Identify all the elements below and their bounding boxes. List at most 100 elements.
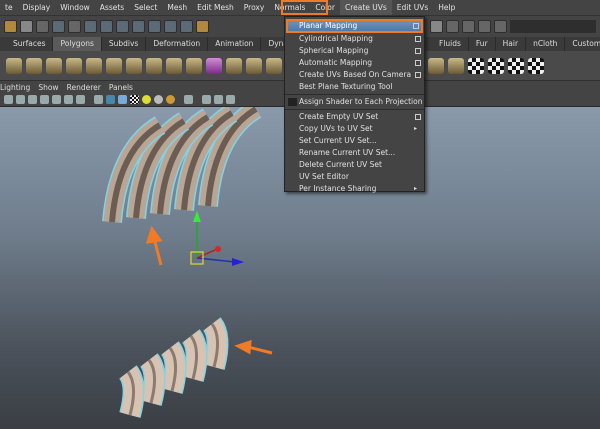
poly-cone-icon[interactable]	[6, 57, 22, 74]
grid-icon[interactable]	[40, 95, 49, 104]
resolution-gate-icon[interactable]	[64, 95, 73, 104]
command-input[interactable]	[510, 19, 596, 33]
poly-insert-edge-icon[interactable]	[448, 57, 464, 74]
menu-normals[interactable]: Normals	[269, 0, 310, 15]
menu-proxy[interactable]: Proxy	[239, 0, 270, 15]
option-box-icon[interactable]	[415, 114, 421, 120]
snap-surface-icon[interactable]	[148, 19, 161, 33]
snap-plane-icon[interactable]	[132, 19, 145, 33]
ipr-render-icon[interactable]	[462, 19, 475, 33]
poly-append-icon[interactable]	[266, 57, 282, 74]
option-box-icon[interactable]	[415, 36, 421, 42]
menu-item-uv-set-editor[interactable]: UV Set Editor	[285, 171, 424, 183]
tab-polygons[interactable]: Polygons	[53, 37, 102, 51]
menu-item-set-current-uv-set[interactable]: Set Current UV Set...	[285, 135, 424, 147]
history-icon[interactable]	[164, 19, 177, 33]
menu-window[interactable]: Window	[55, 0, 95, 15]
shadows-icon[interactable]	[154, 95, 163, 104]
option-box-icon[interactable]	[413, 23, 419, 29]
smooth-shade-icon[interactable]	[106, 95, 115, 104]
menu-item-cylindrical-mapping[interactable]: Cylindrical Mapping	[285, 33, 424, 45]
menu-item-create-empty-uv-set[interactable]: Create Empty UV Set	[285, 111, 424, 123]
menu-item-assign-shader[interactable]: Assign Shader to Each Projection	[285, 96, 424, 108]
lights-icon[interactable]	[142, 95, 151, 104]
textured-icon[interactable]	[130, 95, 139, 104]
option-box-icon[interactable]	[415, 60, 421, 66]
automatic-map-icon[interactable]	[528, 57, 544, 74]
panel-menu-show[interactable]: Show	[34, 83, 62, 92]
y-axis-arrow-icon[interactable]	[193, 211, 201, 222]
render-view-icon[interactable]	[430, 19, 443, 33]
panel-menu-renderer[interactable]: Renderer	[63, 83, 105, 92]
menu-item-spherical-mapping[interactable]: Spherical Mapping	[285, 45, 424, 57]
tab-animation[interactable]: Animation	[208, 37, 262, 51]
menu-help[interactable]: Help	[433, 0, 460, 15]
snap-point-icon[interactable]	[116, 19, 129, 33]
x-axis-arrow-icon[interactable]	[215, 246, 221, 252]
help-icon[interactable]	[180, 19, 193, 33]
image-plane-icon[interactable]	[28, 95, 37, 104]
menu-item-camera-uvs[interactable]: Create UVs Based On Camera	[285, 69, 424, 81]
menu-item-automatic-mapping[interactable]: Automatic Mapping	[285, 57, 424, 69]
cylindrical-map-icon[interactable]	[488, 57, 504, 74]
checkbox[interactable]	[288, 98, 297, 106]
poly-subdivide-icon[interactable]	[106, 57, 122, 74]
panel-menu-panels[interactable]: Panels	[105, 83, 137, 92]
poly-combine-icon[interactable]	[166, 57, 182, 74]
select-object-icon[interactable]	[52, 19, 65, 33]
poly-torus-icon[interactable]	[46, 57, 62, 74]
poly-bridge-icon[interactable]	[246, 57, 262, 74]
poly-split-icon[interactable]	[428, 57, 444, 74]
render-settings-icon[interactable]	[478, 19, 491, 33]
menu-create-uvs[interactable]: Create UVs	[339, 0, 392, 15]
film-gate-icon[interactable]	[52, 95, 61, 104]
menu-item-copy-uvs[interactable]: Copy UVs to UV Set ▸	[285, 123, 424, 135]
tab-custom[interactable]: Custom	[565, 37, 600, 51]
wireframe-icon[interactable]	[94, 95, 103, 104]
wireframe-on-shaded-icon[interactable]	[118, 95, 127, 104]
tab-fluids[interactable]: Fluids	[432, 37, 469, 51]
save-scene-icon[interactable]	[20, 19, 33, 33]
poly-pyramid-icon[interactable]	[66, 57, 82, 74]
poly-separate-icon[interactable]	[146, 57, 162, 74]
poly-boolean-icon[interactable]	[186, 57, 202, 74]
select-hierarchy-icon[interactable]	[36, 19, 49, 33]
render-icon[interactable]	[446, 19, 459, 33]
menu-item-rename-uv-set[interactable]: Rename Current UV Set...	[285, 147, 424, 159]
lock-icon[interactable]	[196, 19, 209, 33]
snap-grid-icon[interactable]	[84, 19, 97, 33]
z-axis-arrow-icon[interactable]	[232, 258, 244, 266]
menu-mesh[interactable]: Mesh	[162, 0, 192, 15]
menu-edit-mesh[interactable]: Edit Mesh	[192, 0, 239, 15]
tab-ncloth[interactable]: nCloth	[526, 37, 566, 51]
menu-item-per-instance-sharing[interactable]: Per Instance Sharing ▸	[285, 183, 424, 195]
xray-joints-icon[interactable]	[214, 95, 223, 104]
menu-edit-uvs[interactable]: Edit UVs	[392, 0, 433, 15]
option-box-icon[interactable]	[415, 72, 421, 78]
input-field-icon[interactable]	[494, 19, 507, 33]
xray-icon[interactable]	[202, 95, 211, 104]
poly-plane-icon[interactable]	[26, 57, 42, 74]
menu-create[interactable]: te	[0, 0, 18, 15]
option-box-icon[interactable]	[415, 48, 421, 54]
menu-assets[interactable]: Assets	[95, 0, 129, 15]
panel-menu-lighting[interactable]: Lighting	[0, 83, 34, 92]
poly-cylinder-icon[interactable]	[86, 57, 102, 74]
menu-item-delete-uv-set[interactable]: Delete Current UV Set	[285, 159, 424, 171]
menu-item-planar-mapping[interactable]: Planar Mapping	[286, 19, 423, 33]
tab-fur[interactable]: Fur	[469, 37, 496, 51]
menu-color[interactable]: Color	[310, 0, 340, 15]
tab-surfaces[interactable]: Surfaces	[6, 37, 54, 51]
select-component-icon[interactable]	[68, 19, 81, 33]
menu-item-best-plane[interactable]: Best Plane Texturing Tool	[285, 81, 424, 93]
open-scene-icon[interactable]	[4, 19, 17, 33]
poly-extrude-icon[interactable]	[226, 57, 242, 74]
tab-hair[interactable]: Hair	[496, 37, 527, 51]
spherical-map-icon[interactable]	[508, 57, 524, 74]
isolate-select-icon[interactable]	[184, 95, 193, 104]
share-icon[interactable]	[226, 95, 235, 104]
move-manipulator[interactable]	[190, 211, 244, 266]
tab-subdivs[interactable]: Subdivs	[102, 37, 147, 51]
menu-select[interactable]: Select	[129, 0, 162, 15]
menu-display[interactable]: Display	[18, 0, 56, 15]
